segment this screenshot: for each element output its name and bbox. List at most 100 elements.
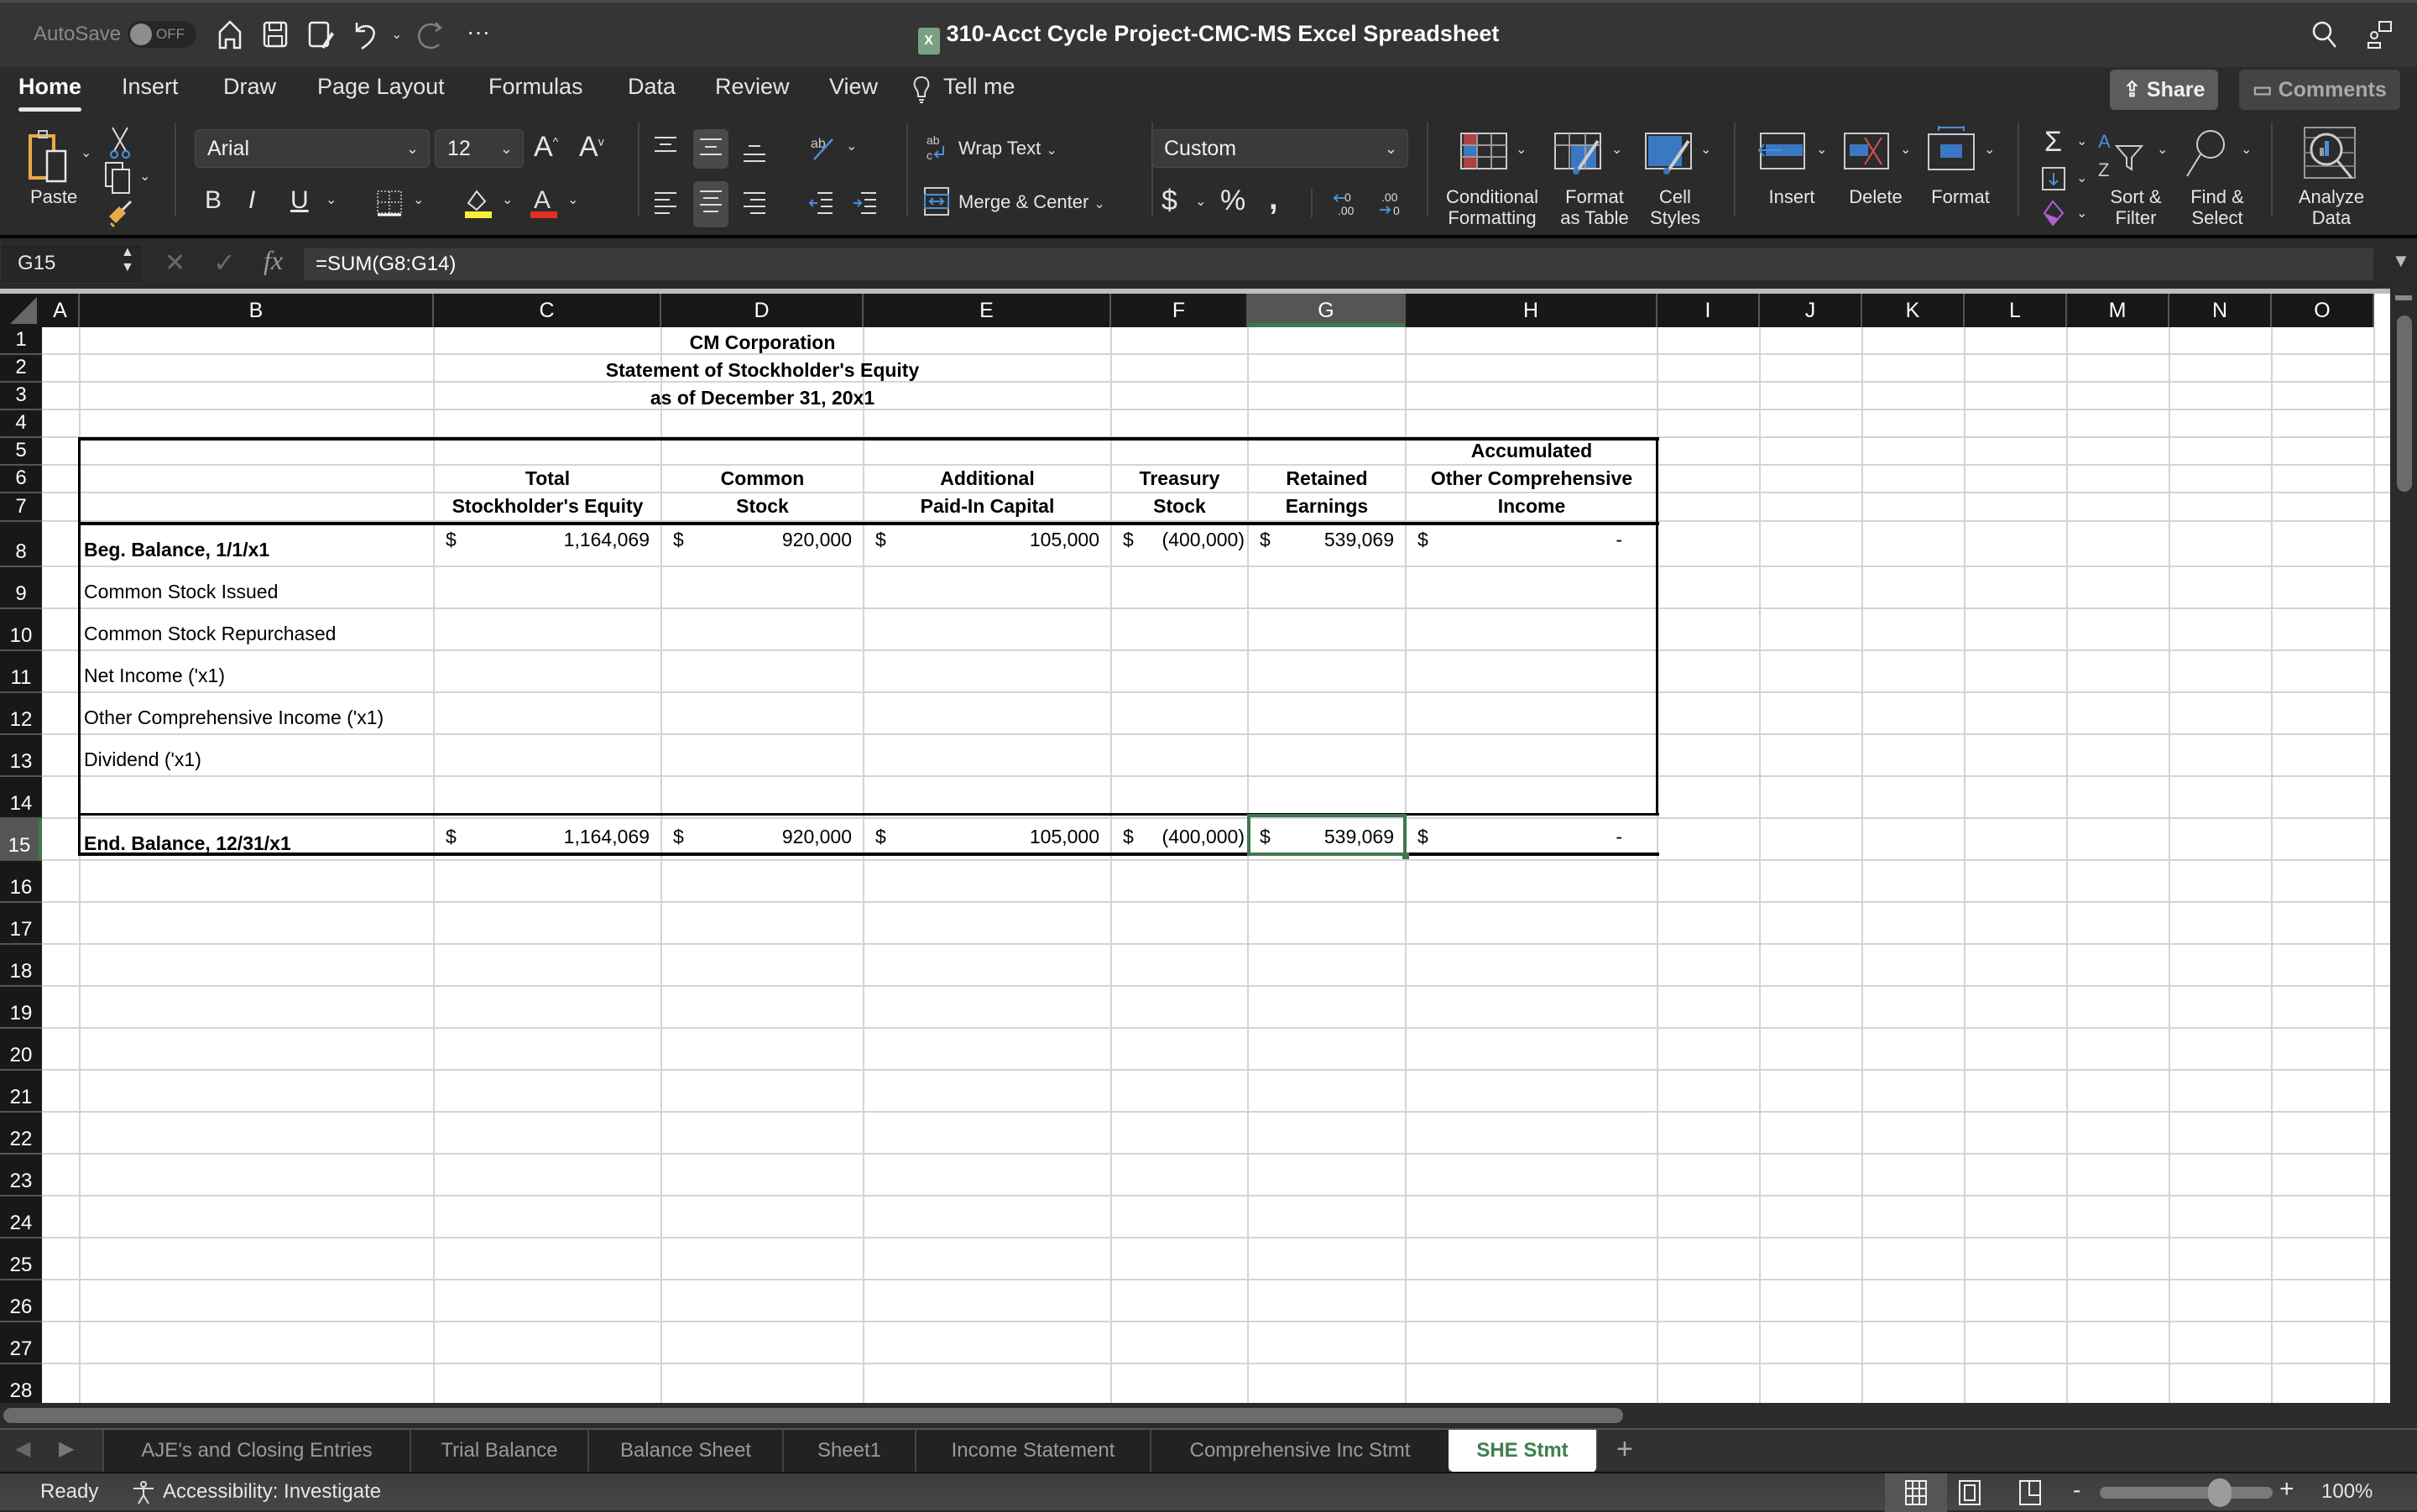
next-sheet-icon[interactable]: ▶: [59, 1436, 74, 1461]
cell-styles-icon[interactable]: [1645, 133, 1694, 179]
column-header-i[interactable]: I: [1657, 294, 1760, 327]
save-as-icon[interactable]: [305, 19, 336, 51]
value-cell-f8[interactable]: (400,000): [1162, 529, 1245, 551]
row-header-21[interactable]: 21: [0, 1071, 42, 1113]
font-color-icon[interactable]: A: [529, 185, 559, 224]
save-icon[interactable]: [260, 19, 290, 51]
cancel-icon[interactable]: ✕: [164, 248, 185, 278]
value-cell-d8[interactable]: 920,000: [782, 529, 852, 551]
fill-handle[interactable]: [1402, 852, 1409, 859]
align-top-icon[interactable]: [653, 134, 678, 164]
row-header-12[interactable]: 12: [0, 693, 42, 735]
value-cell-c8[interactable]: 1,164,069: [564, 529, 650, 551]
wrap-text-icon[interactable]: ab c: [925, 133, 950, 167]
row-header-10[interactable]: 10: [0, 609, 42, 651]
insert-cells-icon[interactable]: [1757, 133, 1806, 175]
zoom-out-icon[interactable]: -: [2073, 1477, 2080, 1504]
spreadsheet-grid[interactable]: ABCDEFGHIJKLMNO 1 2 3 4 5 6 7 8 9 10 11 12 13 14 15 16 1…: [0, 289, 2390, 1403]
font-color-dropdown-icon[interactable]: ⌄: [567, 191, 578, 208]
row-header-23[interactable]: 23: [0, 1155, 42, 1197]
more-icon[interactable]: ···: [463, 19, 493, 51]
increase-font-size-icon[interactable]: A^: [534, 131, 558, 164]
currency-dropdown-icon[interactable]: ⌄: [1195, 193, 1206, 210]
zoom-slider-knob[interactable]: [2208, 1478, 2232, 1507]
autosum-icon[interactable]: Σ: [2044, 126, 2062, 159]
value-cell-e15[interactable]: 105,000: [1030, 826, 1099, 848]
tab-draw[interactable]: Draw: [223, 74, 276, 100]
analyze-data-icon[interactable]: [2303, 126, 2357, 185]
font-name-dropdown[interactable]: Arial ⌄: [195, 129, 430, 168]
format-cells-dropdown-icon[interactable]: ⌄: [1984, 141, 1995, 158]
delete-cells-dropdown-icon[interactable]: ⌄: [1900, 141, 1911, 158]
decrease-indent-icon[interactable]: [808, 190, 834, 219]
column-header-h[interactable]: H: [1406, 294, 1657, 327]
align-right-icon[interactable]: [742, 190, 767, 219]
value-cell-f15[interactable]: (400,000): [1162, 826, 1245, 848]
enter-icon[interactable]: ✓: [213, 247, 236, 279]
row-header-24[interactable]: 24: [0, 1197, 42, 1238]
tab-insert[interactable]: Insert: [122, 74, 179, 100]
comments-button[interactable]: ▭ Comments: [2239, 70, 2400, 110]
sheet-tab-comprehensive-inc[interactable]: Comprehensive Inc Stmt: [1151, 1430, 1450, 1472]
column-header-f[interactable]: F: [1111, 294, 1248, 327]
row-header-19[interactable]: 19: [0, 987, 42, 1029]
format-as-table-dropdown-icon[interactable]: ⌄: [1611, 141, 1622, 158]
decrease-font-size-icon[interactable]: Av: [579, 131, 604, 164]
increase-indent-icon[interactable]: [853, 190, 878, 219]
conditional-formatting-dropdown-icon[interactable]: ⌄: [1516, 141, 1527, 158]
merge-center-icon[interactable]: [923, 186, 950, 221]
selected-cell-g15[interactable]: [1247, 814, 1407, 856]
redo-icon[interactable]: [416, 19, 446, 51]
row-header-4[interactable]: 4: [0, 410, 42, 438]
align-center-icon[interactable]: [693, 181, 728, 227]
orientation-icon[interactable]: ab: [809, 133, 838, 165]
search-icon[interactable]: [2310, 19, 2340, 51]
fill-color-icon[interactable]: [463, 186, 493, 224]
row-header-20[interactable]: 20: [0, 1029, 42, 1071]
align-middle-icon[interactable]: [693, 129, 728, 169]
value-cell-c15[interactable]: 1,164,069: [564, 826, 650, 848]
value-cell-h8[interactable]: -: [1616, 529, 1622, 551]
increase-decimal-icon[interactable]: 0.00: [1333, 190, 1361, 222]
sort-filter-dropdown-icon[interactable]: ⌄: [2157, 141, 2168, 158]
tab-review[interactable]: Review: [715, 74, 790, 100]
row-header-28[interactable]: 28: [0, 1364, 42, 1403]
undo-icon[interactable]: [351, 19, 381, 51]
row-header-14[interactable]: 14: [0, 777, 42, 819]
insert-cells-dropdown-icon[interactable]: ⌄: [1816, 141, 1827, 158]
home-icon[interactable]: [215, 19, 245, 51]
paste-icon[interactable]: [27, 129, 77, 190]
find-select-dropdown-icon[interactable]: ⌄: [2241, 141, 2252, 158]
row-header-15[interactable]: 15: [0, 819, 42, 861]
row-header-11[interactable]: 11: [0, 651, 42, 693]
tab-page-layout[interactable]: Page Layout: [317, 74, 445, 100]
merge-center-button[interactable]: Merge & Center ⌄: [958, 191, 1105, 213]
tab-data[interactable]: Data: [628, 74, 676, 100]
select-all-button[interactable]: [0, 294, 42, 327]
clear-dropdown-icon[interactable]: ⌄: [2076, 205, 2087, 222]
row-header-8[interactable]: 8: [0, 522, 42, 567]
cell-styles-dropdown-icon[interactable]: ⌄: [1700, 141, 1711, 158]
row-label-beg-balance[interactable]: Beg. Balance, 1/1/x1: [84, 539, 269, 561]
find-select-icon[interactable]: [2182, 128, 2231, 182]
statement-date-cell[interactable]: as of December 31, 20x1: [650, 384, 874, 412]
tab-home[interactable]: Home: [18, 74, 82, 112]
sheet-tab-trial-balance[interactable]: Trial Balance: [411, 1430, 589, 1472]
autosave-toggle[interactable]: OFF: [128, 21, 196, 48]
row-header-1[interactable]: 1: [0, 327, 42, 355]
formula-input[interactable]: =SUM(G8:G14): [304, 248, 2373, 280]
sheet-tab-income-statement[interactable]: Income Statement: [916, 1430, 1151, 1472]
row-label-stock-issued[interactable]: Common Stock Issued: [84, 581, 278, 603]
vertical-scrollbar[interactable]: [2390, 289, 2417, 1430]
wrap-text-button[interactable]: Wrap Text ⌄: [958, 138, 1057, 159]
company-name-cell[interactable]: CM Corporation: [661, 329, 864, 357]
horizontal-scrollbar[interactable]: [0, 1403, 2390, 1428]
format-as-table-icon[interactable]: [1554, 133, 1603, 179]
sort-filter-icon[interactable]: AZ: [2098, 129, 2147, 184]
accessibility-status[interactable]: Accessibility: Investigate: [163, 1480, 381, 1504]
page-layout-view-button[interactable]: [1959, 1480, 1981, 1509]
row-header-25[interactable]: 25: [0, 1238, 42, 1280]
bold-icon[interactable]: B: [205, 186, 222, 215]
column-header-a[interactable]: A: [42, 294, 80, 327]
italic-icon[interactable]: I: [248, 186, 255, 215]
